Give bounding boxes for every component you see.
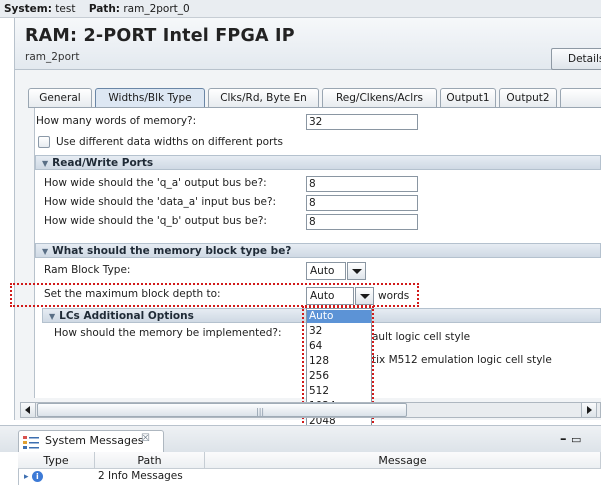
ip-header: RAM: 2-PORT Intel FPGA IP ram_2port Deta…: [14, 18, 601, 70]
scroll-right-icon: [587, 406, 592, 414]
expand-icon[interactable]: ▸: [24, 472, 29, 482]
ram-block-type-label: Ram Block Type:: [44, 264, 131, 276]
panel-window-controls: – ▭: [560, 432, 581, 447]
tab-general[interactable]: General: [28, 88, 92, 108]
memory-words-label: How many words of memory?:: [36, 115, 197, 127]
path-value: ram_2port_0: [123, 3, 190, 15]
table-row[interactable]: ▸ i: [24, 470, 43, 485]
minimize-icon[interactable]: –: [560, 432, 567, 447]
lcs-option-default[interactable]: ault logic cell style: [372, 331, 470, 343]
row-path-cell: 2 Info Messages: [98, 470, 183, 482]
system-value: test: [55, 3, 76, 15]
q-b-width-input[interactable]: 8: [306, 214, 418, 230]
path-bar: System: test Path: ram_2port_0: [0, 0, 601, 18]
memory-words-input[interactable]: 32: [306, 114, 418, 130]
close-tab-icon[interactable]: ☒: [141, 433, 150, 444]
collapse-triangle-icon: ▼: [49, 312, 56, 321]
scrollbar-thumb[interactable]: |||: [37, 403, 407, 417]
page-title: RAM: 2-PORT Intel FPGA IP: [25, 26, 295, 46]
block-type-section-header[interactable]: ▼ What should the memory block type be?: [35, 243, 601, 258]
details-button[interactable]: Details: [551, 48, 601, 70]
diff-widths-label: Use different data widths on different p…: [56, 136, 283, 148]
column-type[interactable]: Type: [18, 452, 95, 469]
scroll-right-button[interactable]: [581, 402, 597, 418]
read-write-section-title: Read/Write Ports: [52, 157, 154, 169]
block-type-section-title: What should the memory block type be?: [52, 245, 292, 257]
scroll-grip-icon: |||: [256, 407, 265, 416]
system-label: System:: [4, 3, 52, 15]
tab-overflow[interactable]: [560, 88, 601, 108]
info-icon: i: [31, 471, 43, 482]
tab-reg-clkens-aclrs[interactable]: Reg/Clkens/Aclrs: [322, 88, 437, 108]
column-path[interactable]: Path: [95, 452, 205, 469]
q-a-width-input[interactable]: 8: [306, 176, 418, 192]
tab-widths-blk-type[interactable]: Widths/Blk Type: [95, 88, 205, 108]
q-b-width-label: How wide should the 'q_b' output bus be?…: [44, 215, 267, 227]
tab-clks-rd-byte-en[interactable]: Clks/Rd, Byte En: [208, 88, 319, 108]
system-messages-tab-label: System Messages: [45, 434, 144, 447]
collapse-triangle-icon: ▼: [42, 159, 49, 168]
messages-list-icon: [23, 436, 39, 449]
tab-output1[interactable]: Output1: [440, 88, 496, 108]
path-label: Path:: [88, 3, 121, 15]
instance-name: ram_2port: [25, 51, 80, 63]
scroll-left-button[interactable]: [20, 402, 36, 418]
read-write-section-header[interactable]: ▼ Read/Write Ports: [35, 155, 601, 170]
scroll-left-icon: [25, 406, 30, 414]
max-depth-highlight: [10, 283, 419, 307]
data-a-width-label: How wide should the 'data_a' input bus b…: [44, 196, 277, 208]
maximize-icon[interactable]: ▭: [571, 433, 581, 446]
system-messages-tab[interactable]: System Messages ☒: [18, 430, 164, 452]
q-a-width-label: How wide should the 'q_a' output bus be?…: [44, 177, 267, 189]
diff-widths-checkbox[interactable]: [38, 136, 50, 148]
tab-output2[interactable]: Output2: [499, 88, 557, 108]
ram-block-type-dropdown-button[interactable]: [347, 262, 366, 280]
lcs-section-title: LCs Additional Options: [59, 310, 194, 322]
data-a-width-input[interactable]: 8: [306, 195, 418, 211]
collapse-triangle-icon: ▼: [42, 247, 49, 256]
lcs-impl-label: How should the memory be implemented?:: [54, 327, 282, 339]
column-message[interactable]: Message: [205, 452, 601, 469]
lcs-option-m512[interactable]: tix M512 emulation logic cell style: [372, 354, 552, 366]
ram-block-type-select[interactable]: Auto: [306, 262, 346, 280]
